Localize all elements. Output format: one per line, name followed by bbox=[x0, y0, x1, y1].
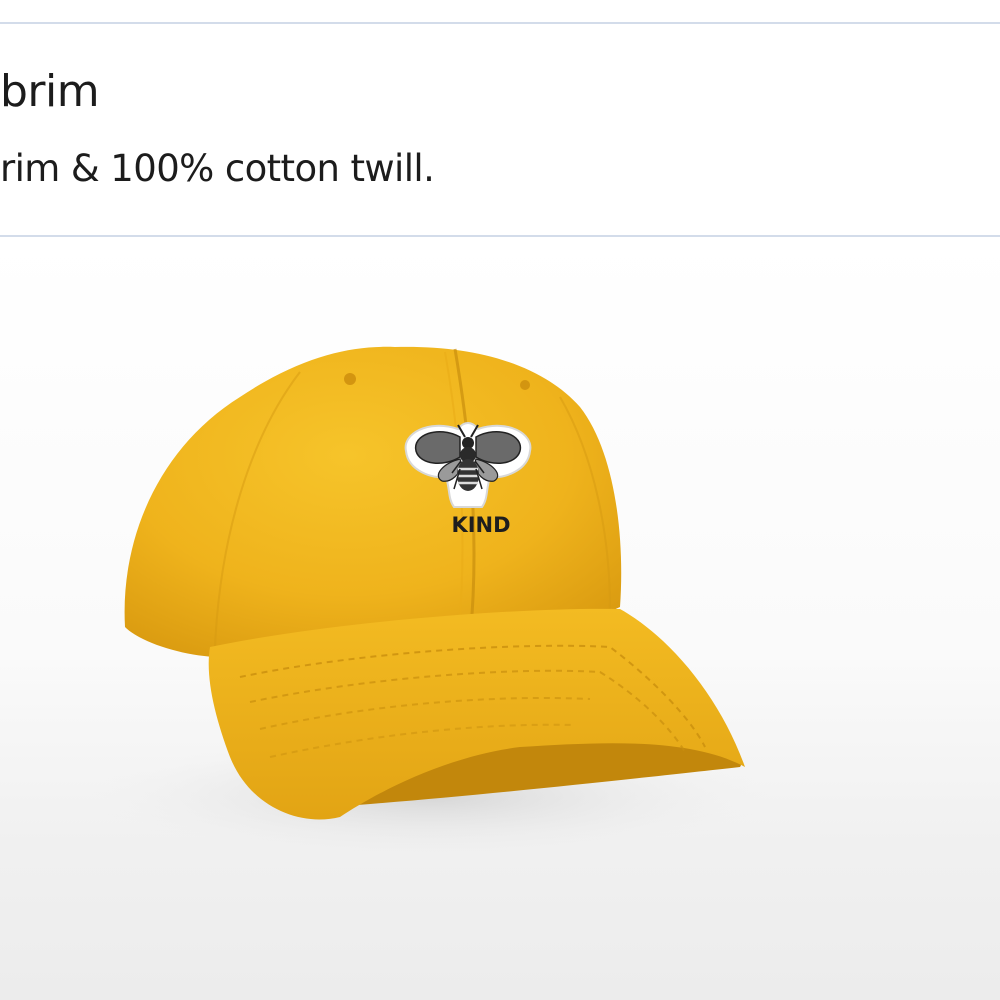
product-screen: brim rim & 100% cotton twill. KIND bbox=[0, 0, 1000, 1000]
eyelet bbox=[344, 373, 356, 385]
product-title: brim bbox=[0, 66, 100, 117]
cap-illustration: KIND bbox=[90, 346, 770, 857]
top-divider bbox=[0, 22, 1000, 24]
product-image: KIND bbox=[0, 237, 1000, 1000]
product-description: rim & 100% cotton twill. bbox=[0, 147, 435, 190]
patch-text: KIND bbox=[451, 513, 510, 537]
